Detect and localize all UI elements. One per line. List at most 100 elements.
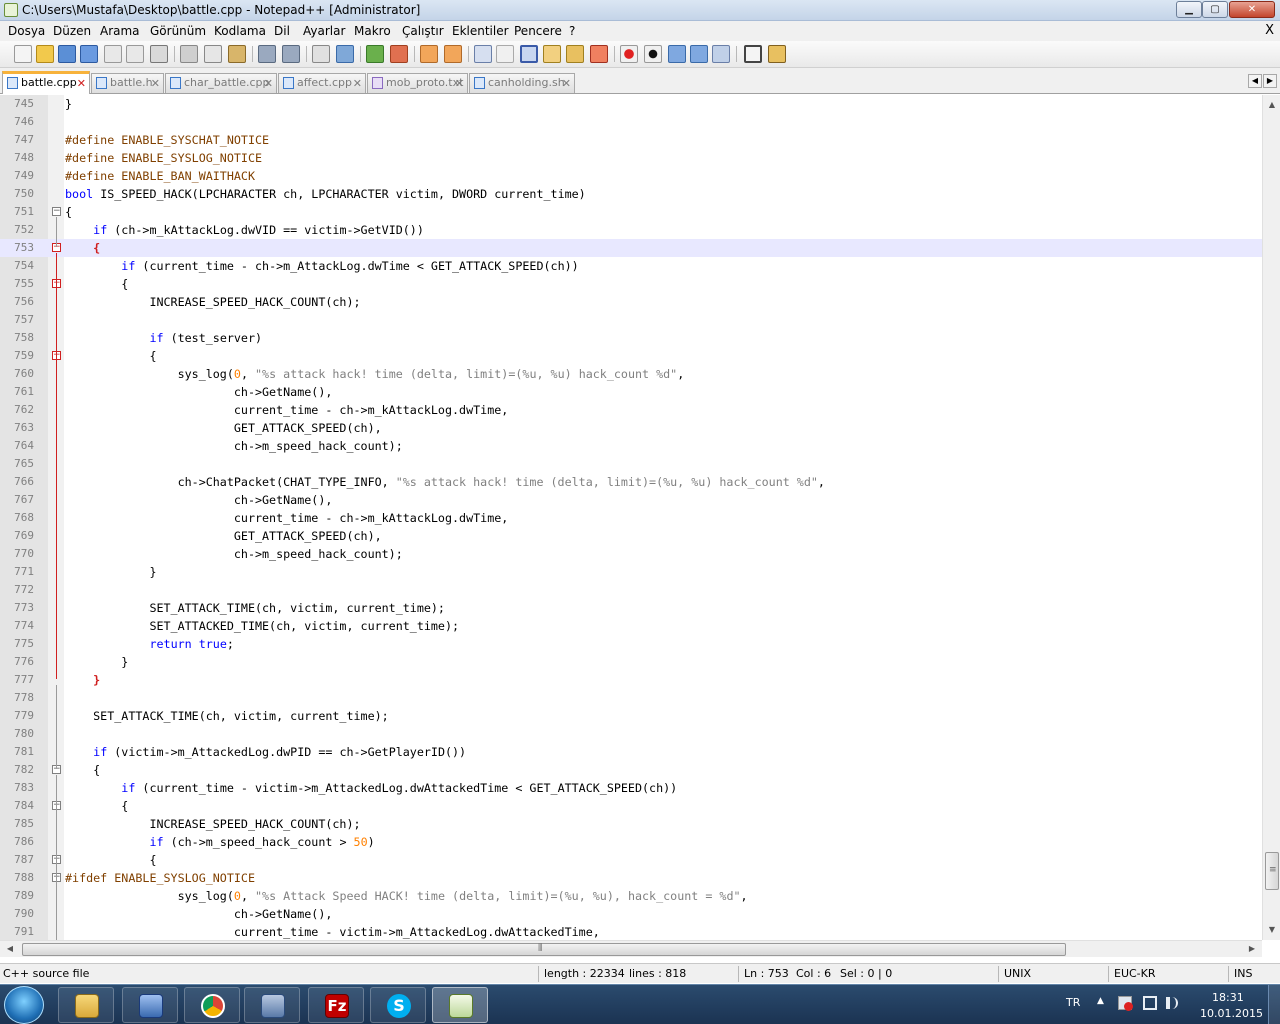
code-line[interactable]: 750 bool IS_SPEED_HACK(LPCHARACTER ch, LP… <box>0 185 1262 203</box>
show-all-chars-icon[interactable] <box>496 45 514 63</box>
code-line[interactable]: 782− { <box>0 761 1262 779</box>
menu-gorunum[interactable]: Görünüm <box>150 24 206 38</box>
code-line[interactable]: 748 #define ENABLE_SYSLOG_NOTICE <box>0 149 1262 167</box>
indent-guide-icon[interactable] <box>520 45 538 63</box>
code-line[interactable]: 788−#ifdef ENABLE_SYSLOG_NOTICE <box>0 869 1262 887</box>
tray-expand-icon[interactable]: ▲ <box>1097 996 1104 1006</box>
tab-affect-cpp[interactable]: affect.cpp ✕ <box>278 73 366 93</box>
maximize-button[interactable]: ▢ <box>1202 1 1228 18</box>
code-line[interactable]: 769 GET_ATTACK_SPEED(ch), <box>0 527 1262 545</box>
code-line[interactable]: 745} <box>0 95 1262 113</box>
code-line[interactable]: 785 INCREASE_SPEED_HACK_COUNT(ch); <box>0 815 1262 833</box>
code-line[interactable]: 783 if (current_time - victim->m_Attacke… <box>0 779 1262 797</box>
show-desktop-button[interactable] <box>1268 985 1280 1024</box>
scroll-down-arrow-icon[interactable]: ▼ <box>1265 922 1279 938</box>
code-line[interactable]: 790 ch->GetName(), <box>0 905 1262 923</box>
tab-close-icon[interactable]: ✕ <box>353 75 362 92</box>
status-encoding[interactable]: EUC-KR <box>1114 967 1156 980</box>
tab-battle-cpp[interactable]: battle.cpp ✕ <box>2 71 90 94</box>
code-line[interactable]: 763 GET_ATTACK_SPEED(ch), <box>0 419 1262 437</box>
word-wrap-icon[interactable] <box>474 45 492 63</box>
code-line[interactable]: 771 } <box>0 563 1262 581</box>
zoom-out-icon[interactable] <box>390 45 408 63</box>
code-line[interactable]: 773 SET_ATTACK_TIME(ch, victim, current_… <box>0 599 1262 617</box>
fold-toggle-icon[interactable]: − <box>52 207 61 216</box>
menu-duzen[interactable]: Düzen <box>53 24 91 38</box>
taskbar-virtualbox[interactable] <box>244 987 300 1023</box>
macro-stop-icon[interactable] <box>644 45 662 63</box>
tab-battle-h[interactable]: battle.h ✕ <box>91 73 164 93</box>
document-map-icon[interactable] <box>543 45 561 63</box>
taskbar-explorer[interactable] <box>58 987 114 1023</box>
tab-char-battle-cpp[interactable]: char_battle.cpp ✕ <box>165 73 277 93</box>
status-insert-mode[interactable]: INS <box>1234 967 1252 980</box>
close-all-icon[interactable] <box>126 45 144 63</box>
cut-icon[interactable] <box>180 45 198 63</box>
menu-kodlama[interactable]: Kodlama <box>214 24 266 38</box>
clock-date[interactable]: 10.01.2015 <box>1200 1007 1263 1020</box>
open-file-icon[interactable] <box>36 45 54 63</box>
code-line[interactable]: 772 <box>0 581 1262 599</box>
paste-icon[interactable] <box>228 45 246 63</box>
new-file-icon[interactable] <box>14 45 32 63</box>
tab-close-icon[interactable]: ✕ <box>77 75 86 93</box>
macro-save-icon[interactable] <box>712 45 730 63</box>
sync-vertical-icon[interactable] <box>420 45 438 63</box>
vertical-scroll-thumb[interactable]: ≡ <box>1265 852 1279 890</box>
code-line[interactable]: 755− { <box>0 275 1262 293</box>
taskbar-skype[interactable]: S <box>370 987 426 1023</box>
horizontal-scrollbar[interactable]: ◀ ⦀ ▶ <box>0 940 1262 957</box>
menu-arama[interactable]: Arama <box>100 24 140 38</box>
minimize-button[interactable]: ▁ <box>1176 1 1202 18</box>
close-file-icon[interactable] <box>104 45 122 63</box>
code-line[interactable]: 762 current_time - ch->m_kAttackLog.dwTi… <box>0 401 1262 419</box>
taskbar-network-tool[interactable] <box>122 987 178 1023</box>
tab-scroll-right-button[interactable]: ▶ <box>1263 74 1277 88</box>
menu-calistir[interactable]: Çalıştır <box>402 24 444 38</box>
macro-play-icon[interactable] <box>668 45 686 63</box>
horizontal-scroll-thumb[interactable]: ⦀ <box>22 943 1066 956</box>
tab-close-icon[interactable]: ✕ <box>455 75 464 92</box>
close-window-button[interactable]: ✕ <box>1229 1 1275 18</box>
code-line[interactable]: 787− { <box>0 851 1262 869</box>
zoom-in-icon[interactable] <box>366 45 384 63</box>
code-line[interactable]: 747 #define ENABLE_SYSCHAT_NOTICE <box>0 131 1262 149</box>
taskbar-chrome[interactable] <box>184 987 240 1023</box>
volume-icon[interactable] <box>1166 997 1178 1009</box>
tab-close-icon[interactable]: ✕ <box>151 75 160 92</box>
macro-run-multiple-icon[interactable] <box>690 45 708 63</box>
code-line[interactable]: 789 sys_log(0, "%s Attack Speed HACK! ti… <box>0 887 1262 905</box>
code-line[interactable]: 774 SET_ATTACKED_TIME(ch, victim, curren… <box>0 617 1262 635</box>
macro-record-icon[interactable] <box>620 45 638 63</box>
status-eol-format[interactable]: UNIX <box>1004 967 1031 980</box>
spell-check-icon[interactable] <box>744 45 762 63</box>
code-line[interactable]: 766 ch->ChatPacket(CHAT_TYPE_INFO, "%s a… <box>0 473 1262 491</box>
vertical-scrollbar[interactable]: ▲ ≡ ▼ <box>1262 95 1280 940</box>
language-indicator[interactable]: TR <box>1066 996 1080 1009</box>
menu-makro[interactable]: Makro <box>354 24 391 38</box>
notepadpp-app-icon[interactable] <box>4 3 18 17</box>
save-all-icon[interactable] <box>80 45 98 63</box>
code-line[interactable]: 775 return true; <box>0 635 1262 653</box>
code-line[interactable]: 754 if (current_time - ch->m_AttackLog.d… <box>0 257 1262 275</box>
code-line[interactable]: 767 ch->GetName(), <box>0 491 1262 509</box>
start-button-icon[interactable] <box>4 986 44 1024</box>
code-line[interactable]: 746 <box>0 113 1262 131</box>
code-line[interactable]: 759− { <box>0 347 1262 365</box>
clock-time[interactable]: 18:31 <box>1212 991 1244 1004</box>
redo-icon[interactable] <box>282 45 300 63</box>
menu-help[interactable]: ? <box>569 24 575 38</box>
code-line[interactable]: 752 if (ch->m_kAttackLog.dwVID == victim… <box>0 221 1262 239</box>
find-icon[interactable] <box>312 45 330 63</box>
function-list-icon[interactable] <box>566 45 584 63</box>
code-line[interactable]: 758 if (test_server) <box>0 329 1262 347</box>
code-line[interactable]: 784− { <box>0 797 1262 815</box>
print-icon[interactable] <box>150 45 168 63</box>
tab-scroll-left-button[interactable]: ◀ <box>1248 74 1262 88</box>
menu-ayarlar[interactable]: Ayarlar <box>303 24 345 38</box>
code-line[interactable]: 776 } <box>0 653 1262 671</box>
save-icon[interactable] <box>58 45 76 63</box>
code-line[interactable]: 764 ch->m_speed_hack_count); <box>0 437 1262 455</box>
menu-eklentiler[interactable]: Eklentiler <box>452 24 509 38</box>
code-line[interactable]: 765 <box>0 455 1262 473</box>
